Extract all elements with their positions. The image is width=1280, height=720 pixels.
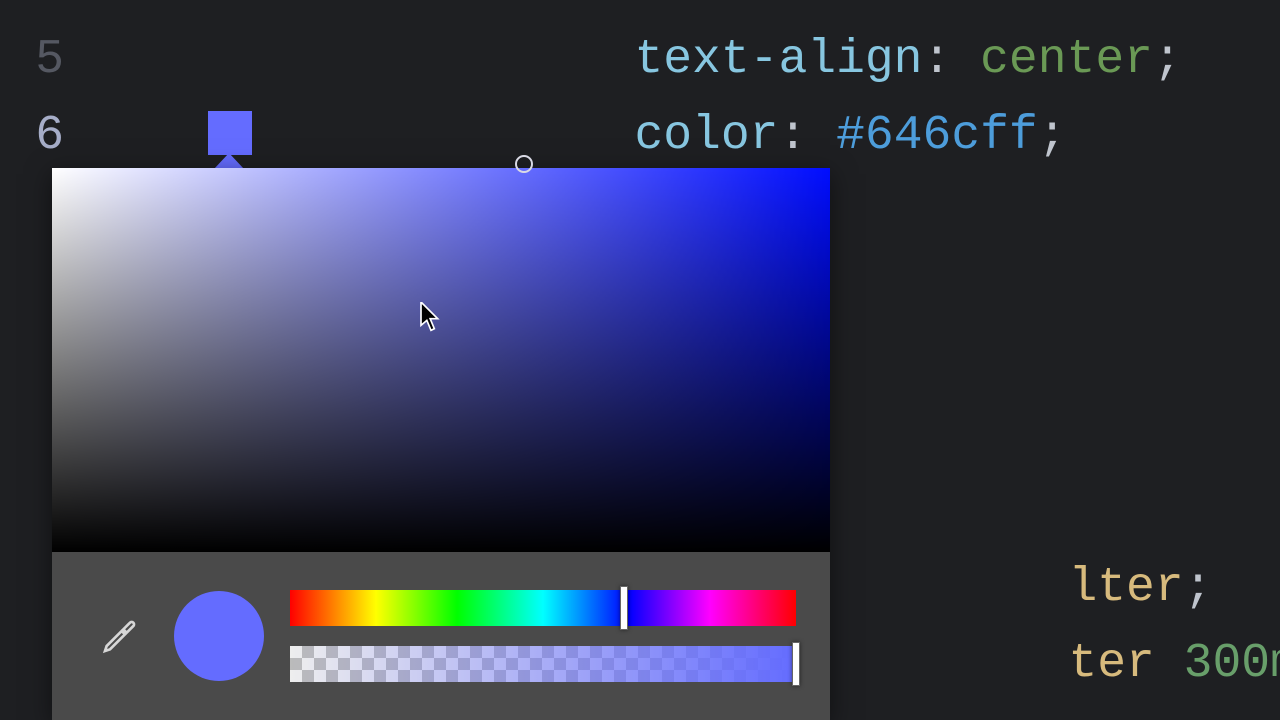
color-swatch-inline[interactable]	[208, 111, 252, 155]
eyedropper-icon	[100, 616, 140, 656]
picker-controls	[52, 552, 830, 720]
current-color-preview	[174, 591, 264, 681]
hue-thumb[interactable]	[620, 586, 628, 630]
line-number: 6	[0, 109, 88, 163]
swatch-arrow-icon	[214, 153, 244, 169]
saturation-value-panel[interactable]	[52, 168, 830, 552]
color-picker-popover	[52, 168, 830, 720]
alpha-thumb[interactable]	[792, 642, 800, 686]
hue-track	[290, 590, 796, 626]
alpha-track	[290, 646, 796, 682]
slider-group	[290, 590, 796, 682]
sv-indicator[interactable]	[515, 155, 533, 173]
alpha-slider[interactable]	[290, 646, 796, 682]
line-number: 5	[0, 33, 88, 87]
hue-slider[interactable]	[290, 590, 796, 626]
eyedropper-button[interactable]	[92, 608, 148, 664]
code-line-current[interactable]: 6 color: #646cff;	[88, 98, 1280, 174]
